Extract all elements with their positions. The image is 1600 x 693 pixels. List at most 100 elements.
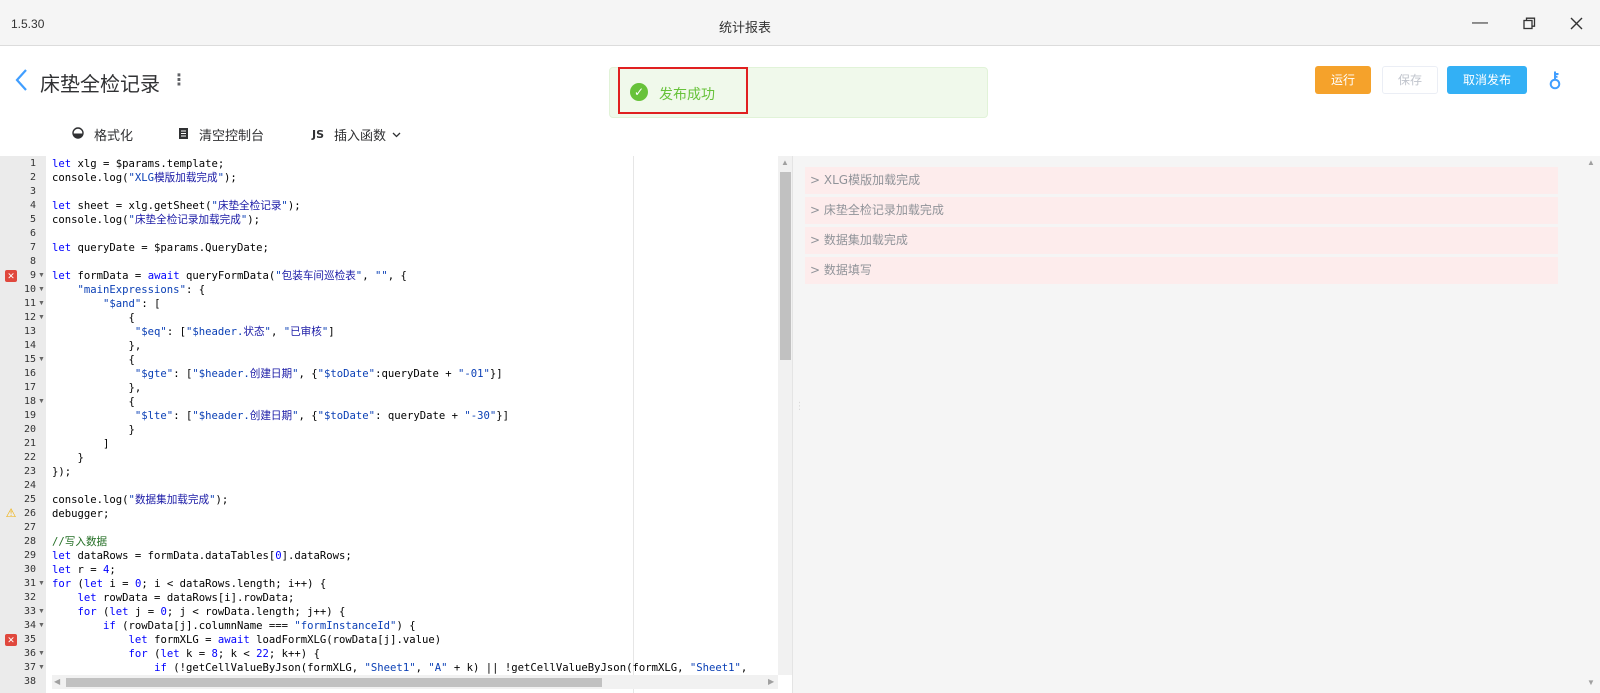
code-line[interactable]: } <box>52 451 84 465</box>
code-line[interactable]: for (let j = 0; j < rowData.length; j++)… <box>52 605 346 619</box>
line-number: 18 <box>23 396 36 407</box>
line-number: 11 <box>23 298 36 309</box>
console-log-entry: > 床垫全检记录加载完成 <box>805 197 1558 224</box>
code-line[interactable]: } <box>52 423 135 437</box>
error-marker-icon[interactable]: ✕ <box>5 270 17 282</box>
code-line[interactable]: "$eq": ["$header.状态", "已审核"] <box>52 325 335 339</box>
console-scrollbar[interactable]: ▲ ▼ <box>1583 156 1600 693</box>
line-number: 28 <box>23 536 36 547</box>
line-number: 5 <box>29 214 36 225</box>
window-title: 统计报表 <box>718 20 771 35</box>
editor-vertical-scroll-thumb[interactable] <box>780 172 791 360</box>
fold-toggle-icon[interactable]: ▼ <box>38 622 45 629</box>
code-line[interactable]: "mainExpressions": { <box>52 283 206 297</box>
editor-horizontal-scroll-thumb[interactable] <box>66 678 602 687</box>
line-number: 38 <box>23 676 36 687</box>
fold-toggle-icon[interactable]: ▼ <box>38 650 45 657</box>
code-line[interactable]: for (let i = 0; i < dataRows.length; i++… <box>52 577 326 591</box>
code-line[interactable]: let sheet = xlg.getSheet("床垫全检记录"); <box>52 199 301 213</box>
code-line[interactable]: }); <box>52 465 71 479</box>
code-line[interactable]: }, <box>52 339 142 353</box>
line-number: 2 <box>29 172 36 183</box>
more-vertical-icon[interactable]: ⋮ <box>171 70 187 90</box>
line-number: 36 <box>23 648 36 659</box>
scroll-up-icon[interactable]: ▲ <box>781 158 789 167</box>
line-number: 8 <box>29 256 36 267</box>
line-number: 14 <box>23 340 36 351</box>
code-line[interactable]: { <box>52 395 135 409</box>
scroll-right-icon[interactable]: ▶ <box>768 677 774 686</box>
code-editor[interactable]: 1 2 3 4 5 6 7 8 9 ▼ ✕ 10 ▼ 11 ▼ 12 ▼ 13 14 15 ▼ 16 17 18 ▼ 19 20 21… <box>0 156 780 693</box>
palette-icon <box>72 127 84 142</box>
print-margin <box>633 156 634 693</box>
code-line[interactable]: //写入数据 <box>52 535 107 549</box>
line-number: 4 <box>29 200 36 211</box>
chevron-down-icon <box>392 127 401 142</box>
editor-gutter: 1 2 3 4 5 6 7 8 9 ▼ ✕ 10 ▼ 11 ▼ 12 ▼ 13 14 15 ▼ 16 17 18 ▼ 19 20 21… <box>0 156 46 693</box>
fold-toggle-icon[interactable]: ▼ <box>38 314 45 321</box>
restore-icon[interactable] <box>1519 13 1539 33</box>
code-line[interactable]: "$gte": ["$header.创建日期", {"$toDate":quer… <box>52 367 503 381</box>
warning-marker-icon[interactable]: ⚠ <box>5 507 17 520</box>
line-number: 10 <box>23 284 36 295</box>
close-icon[interactable] <box>1566 13 1586 33</box>
code-line[interactable]: "$lte": ["$header.创建日期", {"$toDate": que… <box>52 409 509 423</box>
fold-toggle-icon[interactable]: ▼ <box>38 664 45 671</box>
line-number: 6 <box>29 228 36 239</box>
code-line[interactable]: }, <box>52 381 142 395</box>
save-button[interactable]: 保存 <box>1382 66 1438 94</box>
fold-toggle-icon[interactable]: ▼ <box>38 398 45 405</box>
error-marker-icon[interactable]: ✕ <box>5 634 17 646</box>
code-line[interactable]: if (!getCellValueByJson(formXLG, "Sheet1… <box>52 661 747 675</box>
format-button[interactable]: 格式化 <box>72 125 133 144</box>
insert-function-label: 插入函数 <box>334 129 387 144</box>
page-title: 床垫全检记录 <box>40 72 160 96</box>
insert-function-dropdown[interactable]: JS 插入函数 <box>312 125 401 144</box>
code-line[interactable]: ] <box>52 437 109 451</box>
code-line[interactable]: debugger; <box>52 507 109 521</box>
scroll-left-icon[interactable]: ◀ <box>54 677 60 686</box>
code-line[interactable]: console.log("XLG模版加载完成"); <box>52 171 237 185</box>
code-line[interactable]: { <box>52 311 135 325</box>
fold-toggle-icon[interactable]: ▼ <box>38 286 45 293</box>
line-number: 15 <box>23 354 36 365</box>
js-badge: JS <box>312 128 325 141</box>
line-number: 27 <box>23 522 36 533</box>
clear-console-button[interactable]: 清空控制台 <box>178 125 264 144</box>
unpublish-button[interactable]: 取消发布 <box>1447 66 1527 94</box>
key-icon[interactable] <box>1548 70 1564 90</box>
code-line[interactable]: console.log("数据集加载完成"); <box>52 493 228 507</box>
code-line[interactable]: if (rowData[j].columnName === "formInsta… <box>52 619 416 633</box>
code-line[interactable]: let formData = await queryFormData("包装车间… <box>52 269 407 283</box>
code-line[interactable]: console.log("床垫全检记录加载完成"); <box>52 213 260 227</box>
code-line[interactable]: { <box>52 353 135 367</box>
line-number: 37 <box>23 662 36 673</box>
minimize-icon[interactable]: — <box>1470 13 1490 33</box>
code-line[interactable]: let queryDate = $params.QueryDate; <box>52 241 269 255</box>
line-number: 30 <box>23 564 36 575</box>
scroll-down-icon[interactable]: ▼ <box>1587 678 1595 687</box>
line-number: 23 <box>23 466 36 477</box>
line-number: 20 <box>23 424 36 435</box>
code-line[interactable]: "$and": [ <box>52 297 160 311</box>
editor-content[interactable]: let xlg = $params.template; console.log("… <box>52 156 777 693</box>
check-circle-icon: ✓ <box>630 83 648 101</box>
code-line[interactable]: let dataRows = formData.dataTables[0].da… <box>52 549 352 563</box>
code-line[interactable]: for (let k = 8; k < 22; k++) { <box>52 647 320 661</box>
pane-splitter[interactable]: ⋮ <box>792 156 805 693</box>
run-button[interactable]: 运行 <box>1315 66 1371 94</box>
code-line[interactable]: let rowData = dataRows[i].rowData; <box>52 591 295 605</box>
fold-toggle-icon[interactable]: ▼ <box>38 272 45 279</box>
back-arrow-icon[interactable] <box>14 68 34 92</box>
fold-toggle-icon[interactable]: ▼ <box>38 608 45 615</box>
fold-toggle-icon[interactable]: ▼ <box>38 580 45 587</box>
scroll-up-icon[interactable]: ▲ <box>1587 158 1595 167</box>
fold-toggle-icon[interactable]: ▼ <box>38 356 45 363</box>
code-line[interactable]: let xlg = $params.template; <box>52 157 224 171</box>
fold-toggle-icon[interactable]: ▼ <box>38 300 45 307</box>
document-icon <box>178 127 189 143</box>
line-number: 19 <box>23 410 36 421</box>
line-number: 34 <box>23 620 36 631</box>
code-line[interactable]: let r = 4; <box>52 563 116 577</box>
code-line[interactable]: let formXLG = await loadFormXLG(rowData[… <box>52 633 442 647</box>
